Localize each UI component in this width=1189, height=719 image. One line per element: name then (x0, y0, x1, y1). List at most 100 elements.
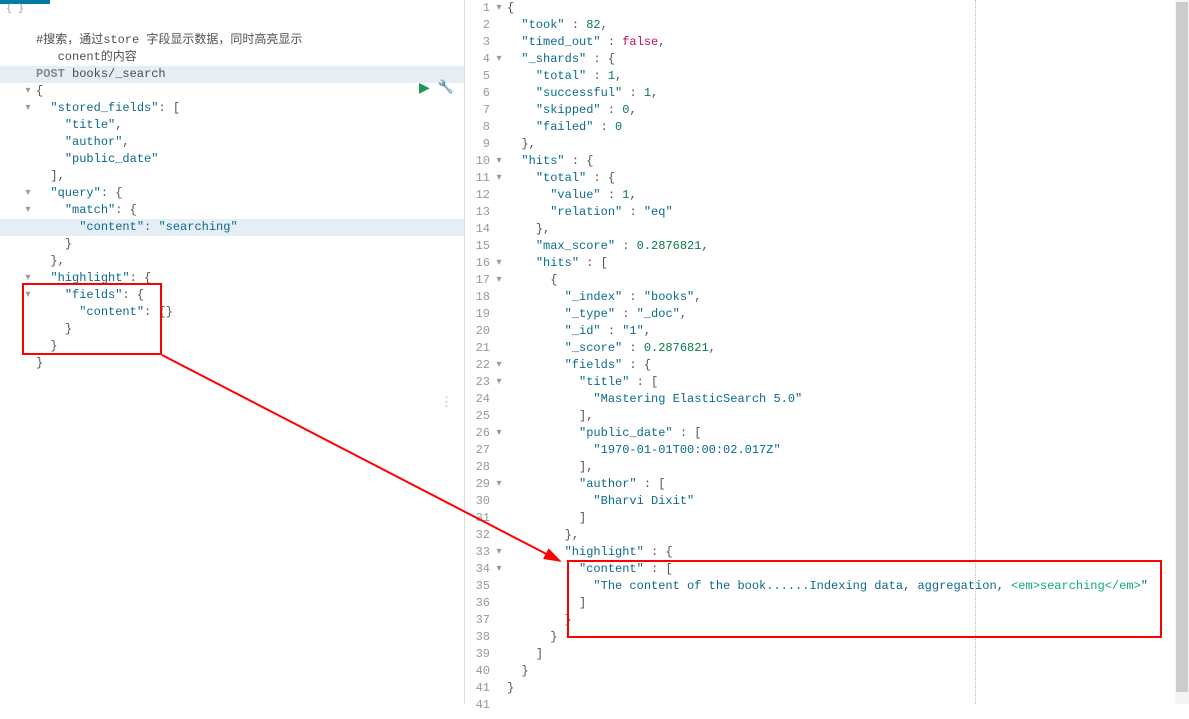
response-line: 7 "skipped" : 0, (465, 102, 1189, 119)
fold-toggle[interactable]: ▾ (493, 357, 505, 374)
response-line: 29▾ "author" : [ (465, 476, 1189, 493)
fold-toggle[interactable]: ▾ (22, 100, 34, 117)
fold-toggle[interactable]: ▾ (22, 185, 34, 202)
request-editor[interactable]: #搜索，通过store 字段显示数据，同时高亮显示 conent的内容 POST… (0, 15, 464, 719)
request-comment-1: #搜索，通过store 字段显示数据，同时高亮显示 (34, 32, 464, 49)
fold-toggle[interactable] (22, 236, 34, 253)
editor-actions: ▶ 🔧 (419, 80, 454, 97)
brace-indicator: { } (0, 4, 464, 15)
response-line: 17▾ { (465, 272, 1189, 289)
drag-handle-icon[interactable]: ⋮ (440, 395, 453, 410)
fold-toggle[interactable]: ▾ (22, 287, 34, 304)
request-body-line: } (0, 236, 464, 253)
response-line: 23▾ "title" : [ (465, 374, 1189, 391)
response-line: 32 }, (465, 527, 1189, 544)
fold-toggle[interactable]: ▾ (22, 270, 34, 287)
response-line: 28 ], (465, 459, 1189, 476)
play-icon[interactable]: ▶ (419, 80, 430, 97)
fold-toggle[interactable] (22, 253, 34, 270)
fold-toggle[interactable] (22, 355, 34, 372)
response-line: 35 "The content of the book......Indexin… (465, 578, 1189, 595)
response-line: 10▾ "hits" : { (465, 153, 1189, 170)
fold-toggle[interactable] (22, 134, 34, 151)
fold-toggle[interactable]: ▾ (493, 170, 505, 187)
response-line: 31 ] (465, 510, 1189, 527)
request-body-line: ▾ "query": { (0, 185, 464, 202)
response-line: 27 "1970-01-01T00:00:02.017Z" (465, 442, 1189, 459)
response-line: 1▾{ (465, 0, 1189, 17)
response-line: 39 ] (465, 646, 1189, 663)
request-body-line: }, (0, 253, 464, 270)
fold-toggle[interactable]: ▾ (22, 202, 34, 219)
response-line: 34▾ "content" : [ (465, 561, 1189, 578)
request-body-line: } (0, 355, 464, 372)
fold-toggle[interactable] (22, 338, 34, 355)
fold-toggle[interactable]: ▾ (493, 51, 505, 68)
request-body-line: ], (0, 168, 464, 185)
response-line: 13 "relation" : "eq" (465, 204, 1189, 221)
request-body-line: } (0, 321, 464, 338)
response-line: 21 "_score" : 0.2876821, (465, 340, 1189, 357)
response-line: 11▾ "total" : { (465, 170, 1189, 187)
response-line: 30 "Bharvi Dixit" (465, 493, 1189, 510)
response-line: 26▾ "public_date" : [ (465, 425, 1189, 442)
fold-toggle[interactable]: ▾ (493, 255, 505, 272)
request-body-line: ▾ "stored_fields": [ (0, 100, 464, 117)
response-line: 40 } (465, 663, 1189, 680)
workspace: { } #搜索，通过store 字段显示数据，同时高亮显示 conent的内容 … (0, 0, 1189, 704)
request-body-line: "content": {} (0, 304, 464, 321)
http-method: POST (36, 67, 65, 81)
response-line: 41} (465, 680, 1189, 697)
fold-toggle[interactable]: ▾ (493, 425, 505, 442)
response-line: 37 } (465, 612, 1189, 629)
request-body-line: "author", (0, 134, 464, 151)
response-viewer-panel: 1▾{2 "took" : 82,3 "timed_out" : false,4… (465, 0, 1189, 704)
fold-toggle[interactable] (22, 117, 34, 134)
request-body-line: } (0, 338, 464, 355)
fold-toggle[interactable]: ▾ (22, 83, 34, 100)
response-line: 38 } (465, 629, 1189, 646)
response-line: 9 }, (465, 136, 1189, 153)
request-line: POST books/_search (34, 66, 464, 83)
editor-ruler (975, 0, 976, 704)
response-line: 2 "took" : 82, (465, 17, 1189, 34)
vertical-scrollbar[interactable] (1175, 0, 1189, 704)
response-line: 19 "_type" : "_doc", (465, 306, 1189, 323)
response-line: 20 "_id" : "1", (465, 323, 1189, 340)
request-body-line: ▾ "highlight": { (0, 270, 464, 287)
response-line: 14 }, (465, 221, 1189, 238)
request-body-line: ▾ "match": { (0, 202, 464, 219)
request-path: books/_search (72, 67, 166, 81)
response-line: 12 "value" : 1, (465, 187, 1189, 204)
fold-toggle[interactable] (22, 219, 34, 236)
response-line: 8 "failed" : 0 (465, 119, 1189, 136)
response-line: 22▾ "fields" : { (465, 357, 1189, 374)
fold-toggle[interactable]: ▾ (493, 374, 505, 391)
response-line: 4▾ "_shards" : { (465, 51, 1189, 68)
fold-toggle[interactable] (22, 168, 34, 185)
fold-toggle[interactable]: ▾ (493, 272, 505, 289)
scroll-thumb[interactable] (1176, 2, 1188, 692)
response-line: 33▾ "highlight" : { (465, 544, 1189, 561)
request-body-line: ▾ "fields": { (0, 287, 464, 304)
fold-toggle[interactable]: ▾ (493, 561, 505, 578)
fold-toggle[interactable]: ▾ (493, 476, 505, 493)
response-line: 5 "total" : 1, (465, 68, 1189, 85)
request-body-line: ▾{ (0, 83, 464, 100)
request-body-line: "public_date" (0, 151, 464, 168)
request-body-line: "title", (0, 117, 464, 134)
response-line: 3 "timed_out" : false, (465, 34, 1189, 51)
fold-toggle[interactable] (22, 151, 34, 168)
request-body-line: "content": "searching" (0, 219, 464, 236)
fold-toggle[interactable]: ▾ (493, 153, 505, 170)
fold-toggle[interactable]: ▾ (493, 544, 505, 561)
fold-toggle[interactable] (22, 321, 34, 338)
response-viewer[interactable]: 1▾{2 "took" : 82,3 "timed_out" : false,4… (465, 0, 1189, 704)
fold-toggle[interactable] (22, 304, 34, 321)
fold-toggle[interactable]: ▾ (493, 0, 505, 17)
response-line: 36 ] (465, 595, 1189, 612)
response-line: 15 "max_score" : 0.2876821, (465, 238, 1189, 255)
request-editor-panel: { } #搜索，通过store 字段显示数据，同时高亮显示 conent的内容 … (0, 0, 465, 704)
wrench-icon[interactable]: 🔧 (438, 80, 454, 97)
response-line: 24 "Mastering ElasticSearch 5.0" (465, 391, 1189, 408)
